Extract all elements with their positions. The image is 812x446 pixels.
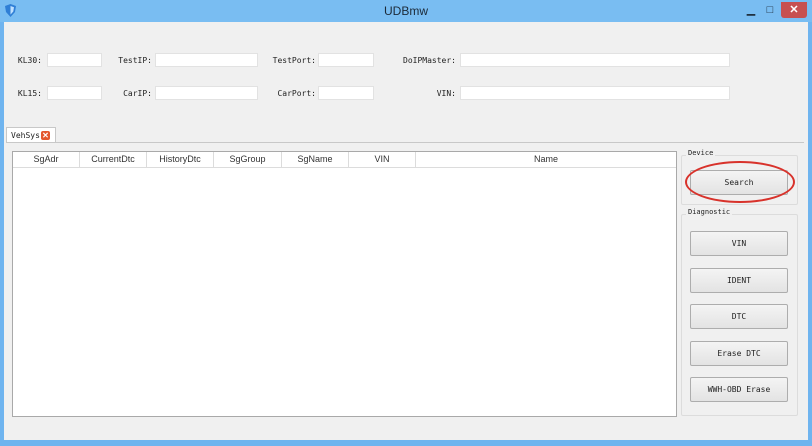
- vin-field[interactable]: [460, 86, 730, 100]
- app-window: UDBmw ▁ □ ✕ KL30: TestIP: TestPort: DoIP…: [0, 0, 812, 446]
- testip-field[interactable]: [155, 53, 258, 67]
- column-header-sggroup[interactable]: SgGroup: [214, 152, 282, 167]
- vin-button[interactable]: VIN: [690, 231, 788, 256]
- kl15-label: KL15:: [17, 89, 42, 98]
- carip-label: CarIP:: [123, 89, 152, 98]
- wwh-obd-erase-button[interactable]: WWH-OBD Erase: [690, 377, 788, 402]
- window-title: UDBmw: [384, 4, 428, 18]
- doipmaster-label: DoIPMaster:: [403, 56, 456, 65]
- minimize-button[interactable]: ▁: [744, 2, 758, 18]
- carport-field[interactable]: [318, 86, 374, 100]
- carip-field[interactable]: [155, 86, 258, 100]
- kl30-field[interactable]: [47, 53, 102, 67]
- carport-label: CarPort:: [277, 89, 316, 98]
- close-button[interactable]: ✕: [781, 2, 807, 18]
- doipmaster-field[interactable]: [460, 53, 730, 67]
- column-header-historydtc[interactable]: HistoryDtc: [147, 152, 214, 167]
- column-header-name[interactable]: Name: [416, 152, 676, 167]
- ident-button[interactable]: IDENT: [690, 268, 788, 293]
- title-bar[interactable]: UDBmw ▁ □ ✕: [0, 0, 812, 22]
- column-header-sgname[interactable]: SgName: [282, 152, 349, 167]
- bottom-border: [4, 440, 808, 444]
- highlight-annotation: [685, 161, 795, 203]
- device-group-title: Device: [686, 149, 716, 157]
- testport-field[interactable]: [318, 53, 374, 67]
- dtc-button[interactable]: DTC: [690, 304, 788, 329]
- diagnostic-group-title: Diagnostic: [686, 208, 733, 216]
- vin-label: VIN:: [436, 89, 456, 98]
- erase-dtc-button[interactable]: Erase DTC: [690, 341, 788, 366]
- tab-close-icon[interactable]: ✕: [41, 131, 50, 140]
- tab-vehsys[interactable]: VehSys ✕: [6, 127, 56, 143]
- kl15-field[interactable]: [47, 86, 102, 100]
- main-panel: KL30: TestIP: TestPort: DoIPMaster: KL15…: [4, 22, 808, 440]
- table-header: SgAdr CurrentDtc HistoryDtc SgGroup SgNa…: [13, 152, 676, 168]
- kl30-label: KL30:: [17, 56, 42, 65]
- column-header-sgadr[interactable]: SgAdr: [13, 152, 80, 167]
- column-header-vin[interactable]: VIN: [349, 152, 416, 167]
- testport-label: TestPort:: [272, 56, 316, 65]
- column-header-currentdtc[interactable]: CurrentDtc: [80, 152, 147, 167]
- tab-vehsys-label: VehSys: [11, 131, 40, 140]
- results-table[interactable]: SgAdr CurrentDtc HistoryDtc SgGroup SgNa…: [12, 151, 677, 417]
- maximize-button[interactable]: □: [763, 2, 777, 18]
- testip-label: TestIP:: [118, 56, 152, 65]
